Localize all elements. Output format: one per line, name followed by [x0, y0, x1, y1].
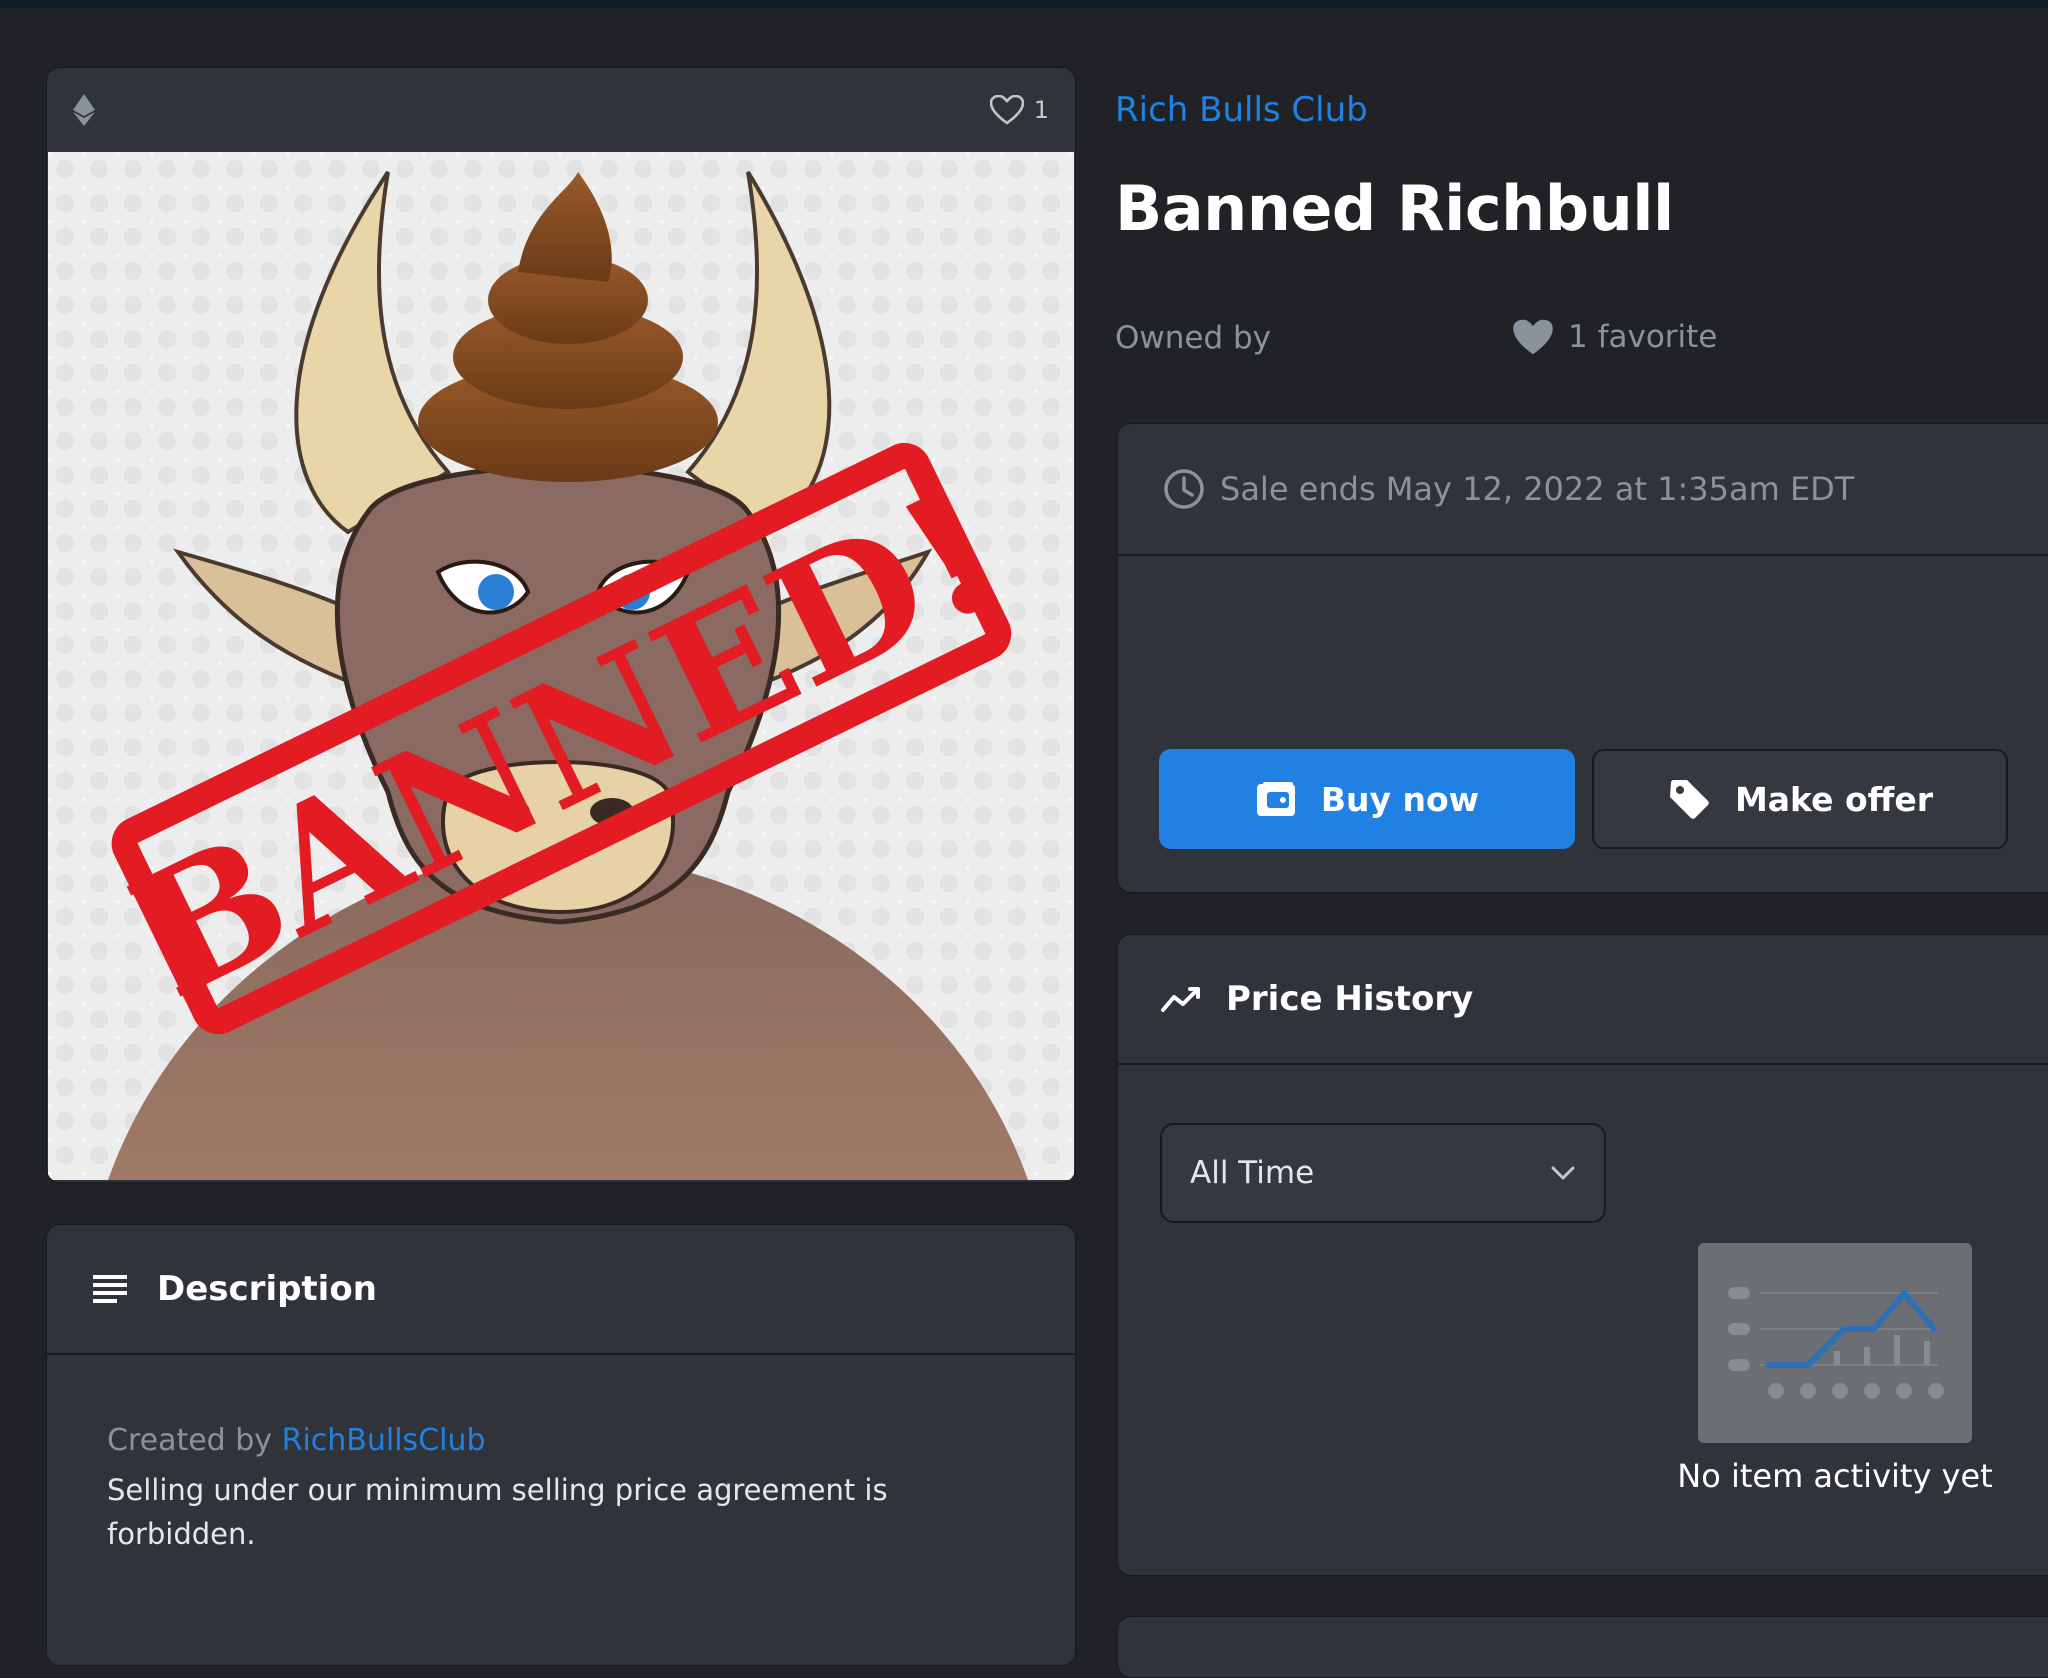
description-header[interactable]: Description: [47, 1225, 1075, 1355]
wallet-icon: [1256, 782, 1295, 816]
empty-chart-illustration: [1698, 1243, 1972, 1443]
tag-icon: [1669, 780, 1709, 819]
favorite-toggle[interactable]: 1: [989, 95, 1049, 125]
heart-icon: [989, 95, 1024, 125]
time-range-select[interactable]: All Time: [1160, 1123, 1606, 1223]
make-offer-button[interactable]: Make offer: [1592, 749, 2008, 849]
created-by-line: Created by RichBullsClub: [107, 1423, 1015, 1458]
price-history-header[interactable]: Price History: [1118, 935, 2048, 1065]
time-range-value: All Time: [1190, 1155, 1315, 1191]
creator-link[interactable]: RichBullsClub: [282, 1423, 486, 1458]
price-history-card: Price History All Time No item activity …: [1117, 934, 2048, 1576]
ethereum-icon[interactable]: [73, 94, 95, 126]
favorites-text: 1 favorite: [1568, 319, 1718, 355]
media-header: 1: [47, 68, 1075, 152]
top-bar: [0, 0, 2048, 8]
created-by-label: Created by: [107, 1423, 273, 1458]
heart-icon: [1513, 319, 1553, 355]
description-body: Created by RichBullsClub Selling under o…: [47, 1355, 1075, 1665]
owned-by-label: Owned by: [1115, 320, 1272, 356]
nft-image[interactable]: BANNED!: [48, 152, 1074, 1180]
make-offer-label: Make offer: [1734, 779, 1934, 819]
price-history-title: Price History: [1226, 979, 1474, 1019]
sale-header: Sale ends May 12, 2022 at 1:35am EDT: [1118, 424, 2048, 556]
buy-now-label: Buy now: [1320, 779, 1480, 819]
description-lines-icon: [93, 1275, 127, 1303]
chevron-down-icon: [1551, 1166, 1575, 1180]
trend-icon: [1161, 987, 1200, 1012]
favorite-count: 1: [1033, 96, 1049, 124]
item-title: Banned Richbull: [1115, 172, 1674, 245]
description-title: Description: [157, 1269, 377, 1309]
favorites-count[interactable]: 1 favorite: [1512, 318, 1717, 356]
next-card-edge: [1117, 1616, 2048, 1678]
collection-link[interactable]: Rich Bulls Club: [1115, 90, 1368, 130]
sale-ends-text: Sale ends May 12, 2022 at 1:35am EDT: [1220, 470, 1855, 508]
description-text: Selling under our minimum selling price …: [107, 1473, 888, 1551]
description-card: Description Created by RichBullsClub Sel…: [46, 1224, 1076, 1666]
buy-now-button[interactable]: Buy now: [1159, 749, 1575, 849]
clock-icon: [1164, 469, 1204, 509]
no-activity-message: No item activity yet: [1677, 1457, 1993, 1495]
media-card: 1 BANNED!: [46, 67, 1076, 1183]
